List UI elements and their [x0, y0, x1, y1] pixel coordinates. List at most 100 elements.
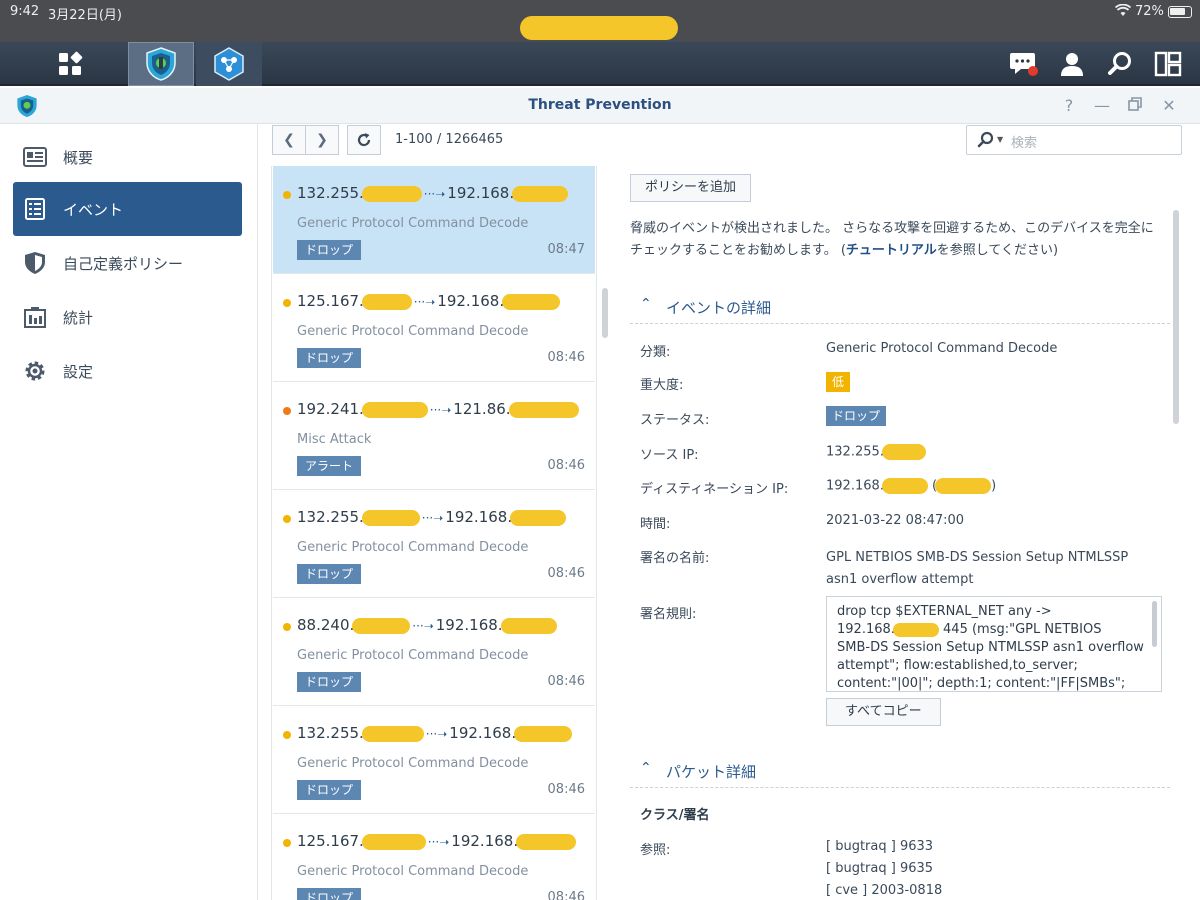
- status-badge: ドロップ: [297, 888, 362, 900]
- redaction: [510, 509, 567, 526]
- signature-rule-text[interactable]: drop tcp $EXTERNAL_NET any -> 192.168. 4…: [826, 596, 1162, 692]
- sidebar: 概要 イベント 自己定義ポリシー 統計 設定: [0, 124, 258, 900]
- severity-dot: [283, 191, 291, 199]
- sidebar-item-statistics[interactable]: 統計: [13, 290, 242, 344]
- class-signature-heading: クラス/署名: [640, 808, 710, 823]
- event-list-icon: [23, 197, 47, 221]
- restore-icon[interactable]: [1123, 96, 1147, 115]
- user-button[interactable]: [1048, 42, 1096, 86]
- event-row[interactable]: 132.255. ···➝ 192.168. Generic Protocol Com…: [273, 706, 595, 814]
- event-row[interactable]: 125.167. ···➝ 192.168. Generic Protocol Com…: [273, 814, 595, 900]
- packet-details-header[interactable]: ⌃ パケット詳細: [630, 754, 1170, 788]
- threat-prevention-icon: [146, 47, 176, 81]
- search-button[interactable]: [1096, 42, 1144, 86]
- overview-icon: [23, 145, 47, 169]
- event-name: Generic Protocol Command Decode: [297, 648, 529, 663]
- event-ip-pair: 132.255. ···➝ 192.168.: [297, 184, 569, 202]
- source-ip-value: 132.255.: [826, 444, 926, 460]
- event-ip-pair: 88.240. ···➝ 192.168.: [297, 616, 557, 634]
- status-badge: ドロップ: [297, 564, 362, 584]
- gear-icon: [23, 359, 47, 383]
- sidebar-item-label: 自己定義ポリシー: [63, 254, 184, 273]
- close-icon[interactable]: ✕: [1157, 96, 1181, 115]
- event-time: 08:47: [547, 242, 585, 257]
- time-value: 2021-03-22 08:47:00: [826, 513, 965, 528]
- severity-dot: [283, 731, 291, 739]
- event-row[interactable]: 192.241. ···➝ 121.86. Misc Attack アラート 08:46: [273, 382, 595, 490]
- event-row[interactable]: 132.255. ···➝ 192.168. Generic Protocol Com…: [273, 166, 595, 274]
- taskbar-threat-prevention[interactable]: [128, 42, 194, 86]
- status-value: ドロップ: [826, 406, 887, 426]
- reference-item[interactable]: [ cve ] 2003-0818: [826, 883, 942, 898]
- event-ip-pair: 125.167. ···➝ 192.168.: [297, 832, 577, 850]
- event-row[interactable]: 132.255. ···➝ 192.168. Generic Protocol Com…: [273, 490, 595, 598]
- arrow-right-icon: ···➝: [427, 835, 450, 849]
- event-name: Generic Protocol Command Decode: [297, 864, 529, 879]
- wifi-icon: [1114, 3, 1132, 21]
- sidebar-item-overview[interactable]: 概要: [13, 130, 242, 184]
- widgets-button[interactable]: [1144, 42, 1192, 86]
- search-input[interactable]: ▼ 検索: [966, 125, 1182, 155]
- redaction: [500, 617, 557, 634]
- notifications-button[interactable]: [1000, 42, 1048, 86]
- redaction: [361, 725, 424, 742]
- previous-page-button[interactable]: ❮: [272, 125, 306, 155]
- sidebar-item-events[interactable]: イベント: [13, 182, 242, 236]
- window-title-bar: Threat Prevention ? — ✕: [0, 88, 1200, 124]
- arrow-right-icon: ···➝: [425, 727, 448, 741]
- chevron-up-icon: ⌃: [640, 760, 652, 776]
- date: 3月22日(月): [48, 8, 122, 23]
- detail-scrollbar[interactable]: [1173, 210, 1179, 424]
- status-badge: ドロップ: [297, 672, 362, 692]
- event-time: 08:46: [547, 458, 585, 473]
- redaction: [508, 401, 579, 418]
- event-name: Misc Attack: [297, 432, 372, 447]
- taskbar-network-app[interactable]: [196, 42, 262, 86]
- sidebar-item-custom-policy[interactable]: 自己定義ポリシー: [13, 236, 242, 290]
- redaction: [516, 833, 577, 850]
- event-row[interactable]: 125.167. ···➝ 192.168. Generic Protocol Com…: [273, 274, 595, 382]
- dest-ip-value: 192.168. (): [826, 478, 997, 494]
- minimize-icon[interactable]: —: [1090, 96, 1114, 115]
- event-row[interactable]: 88.240. ···➝ 192.168. Generic Protocol Comm…: [273, 598, 595, 706]
- severity-dot: [283, 623, 291, 631]
- event-name: Generic Protocol Command Decode: [297, 540, 529, 555]
- main-menu-button[interactable]: [20, 42, 120, 86]
- battery-percent: 72%: [1135, 4, 1164, 19]
- event-ip-pair: 132.255. ···➝ 192.168.: [297, 508, 567, 526]
- help-icon[interactable]: ?: [1057, 96, 1081, 115]
- arrow-right-icon: ···➝: [429, 403, 452, 417]
- chevron-down-icon[interactable]: ▼: [997, 135, 1003, 144]
- add-policy-button[interactable]: ポリシーを追加: [630, 174, 752, 202]
- reference-item[interactable]: [ bugtraq ] 9633: [826, 839, 933, 854]
- status-label: ステータス:: [640, 413, 710, 428]
- severity-dot: [283, 407, 291, 415]
- event-time: 08:46: [547, 674, 585, 689]
- reference-item[interactable]: [ bugtraq ] 9635: [826, 861, 933, 876]
- next-page-button[interactable]: ❯: [305, 125, 339, 155]
- shield-icon: [23, 251, 47, 275]
- redaction: [361, 185, 422, 202]
- severity-dot: [283, 839, 291, 847]
- event-details-header[interactable]: ⌃ イベントの詳細: [630, 290, 1170, 324]
- source-ip-label: ソース IP:: [640, 448, 699, 463]
- severity-dot: [283, 299, 291, 307]
- redaction: [502, 293, 561, 310]
- refresh-button[interactable]: [347, 125, 381, 155]
- event-detail-pane: ポリシーを追加 脅威のイベントが検出されました。 さらなる攻撃を回避するため、こ…: [614, 166, 1200, 900]
- tutorial-link[interactable]: チュートリアル: [846, 243, 937, 258]
- status-badge: ドロップ: [297, 348, 362, 368]
- copy-all-button[interactable]: すべてコピー: [826, 698, 941, 726]
- threat-message: 脅威のイベントが検出されました。 さらなる攻撃を回避するため、このデバイスを完全…: [630, 221, 1154, 258]
- status-badge: アラート: [297, 456, 362, 476]
- status-badge: ドロップ: [826, 406, 887, 426]
- sidebar-item-label: イベント: [63, 200, 124, 219]
- rule-scrollbar[interactable]: [1152, 601, 1157, 647]
- redaction: [881, 478, 928, 494]
- grid-icon: [59, 51, 83, 75]
- search-icon: [977, 131, 995, 153]
- list-scrollbar[interactable]: [602, 288, 608, 338]
- category-value: Generic Protocol Command Decode: [826, 341, 1058, 356]
- battery-icon: [1168, 6, 1192, 18]
- sidebar-item-settings[interactable]: 設定: [13, 344, 242, 398]
